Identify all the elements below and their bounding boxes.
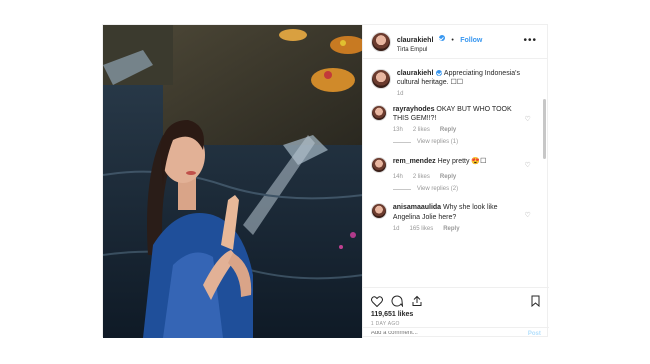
author-username[interactable]: claurakiehl [397,37,434,44]
commenter-avatar[interactable] [370,156,387,173]
commenter-avatar[interactable] [370,203,387,220]
comment-body: rem_mendez Hey pretty 😍☐ 14h 2 likes Rep… [392,157,523,194]
comment-text: Hey pretty 😍☐ [437,157,487,165]
commenter-avatar[interactable] [370,104,387,121]
verified-badge-icon [438,35,445,42]
post-header: claurakiehl • Follow Tirta Empul ••• [362,25,547,59]
comment-likes[interactable]: 2 likes [413,127,430,135]
comment-body: anisamaaulida Why she look like Angelina… [393,203,523,233]
view-replies-label: View replies (1) [416,138,459,145]
caption-body: claurakiehl Appreciating Indonesia's cul… [397,69,527,99]
post-side-panel: claurakiehl • Follow Tirta Empul ••• cla… [361,25,549,338]
post-comment-button[interactable]: Post [528,331,541,337]
comment-username[interactable]: rem_mendez [393,158,436,165]
follow-button[interactable]: Follow [460,37,482,44]
author-avatar[interactable] [370,31,391,52]
add-comment-bar: Post [362,327,549,338]
comment-bubble-icon[interactable] [391,295,403,307]
verified-badge-icon [436,70,443,77]
comment-age: 14h [392,173,403,180]
caption-username[interactable]: claurakiehl [397,70,434,77]
comments-list[interactable]: claurakiehl Appreciating Indonesia's cul… [363,59,549,287]
comment-likes[interactable]: 165 likes [410,226,434,234]
caption-meta: 1d [397,91,527,99]
share-icon[interactable] [411,295,423,307]
view-replies-link[interactable]: View replies (1) [392,138,523,147]
comment-meta: 1d 165 likes Reply [393,226,523,234]
post-photo[interactable] [103,25,362,338]
comment-item: rem_mendez Hey pretty 😍☐ 14h 2 likes Rep… [370,156,541,194]
instagram-post: claurakiehl • Follow Tirta Empul ••• cla… [102,24,549,338]
reply-button[interactable]: Reply [443,226,459,234]
comment-likes[interactable]: 2 likes [413,174,430,182]
comment-meta: 13h 2 likes Reply [393,127,523,135]
comment-username[interactable]: rayrayhodes [393,106,435,113]
comment-age: 1d [392,225,400,232]
post-footer: 119,651 likes 1 DAY AGO [362,287,549,327]
comment-like-heart-icon[interactable]: ♡ [525,115,531,123]
caption-avatar[interactable] [370,69,391,89]
like-count[interactable]: 119,651 likes [371,311,541,318]
view-replies-link[interactable]: View replies (2) [392,185,523,194]
comment-username[interactable]: anisamaaulida [393,204,441,211]
caption-row: claurakiehl Appreciating Indonesia's cul… [370,69,541,99]
separator-dot: • [451,37,454,45]
comment-like-heart-icon[interactable]: ♡ [525,161,531,169]
comment-age: 13h [392,127,403,134]
reply-button[interactable]: Reply [440,174,456,182]
replies-line-divider [392,189,411,191]
action-bar [370,294,541,308]
comment-input[interactable] [370,331,491,335]
caption-age: 1d [396,91,404,98]
view-replies-label: View replies (2) [416,185,459,192]
comment-item: rayrayhodes OKAY BUT WHO TOOK THIS GEM!!… [370,104,541,147]
photo-illustration [103,25,362,338]
comment-item: anisamaaulida Why she look like Angelina… [370,203,541,233]
comment-body: rayrayhodes OKAY BUT WHO TOOK THIS GEM!!… [392,105,523,147]
like-heart-icon[interactable] [370,295,383,307]
comment-meta: 14h 2 likes Reply [393,174,523,182]
post-location[interactable]: Tirta Empul [397,47,483,54]
reply-button[interactable]: Reply [440,127,456,135]
bookmark-icon[interactable] [530,295,541,307]
header-text: claurakiehl • Follow Tirta Empul [397,29,483,54]
more-options-icon[interactable]: ••• [523,35,537,46]
comments-scrollbar[interactable] [542,99,546,159]
replies-line-divider [392,142,411,144]
comment-like-heart-icon[interactable]: ♡ [525,211,531,219]
